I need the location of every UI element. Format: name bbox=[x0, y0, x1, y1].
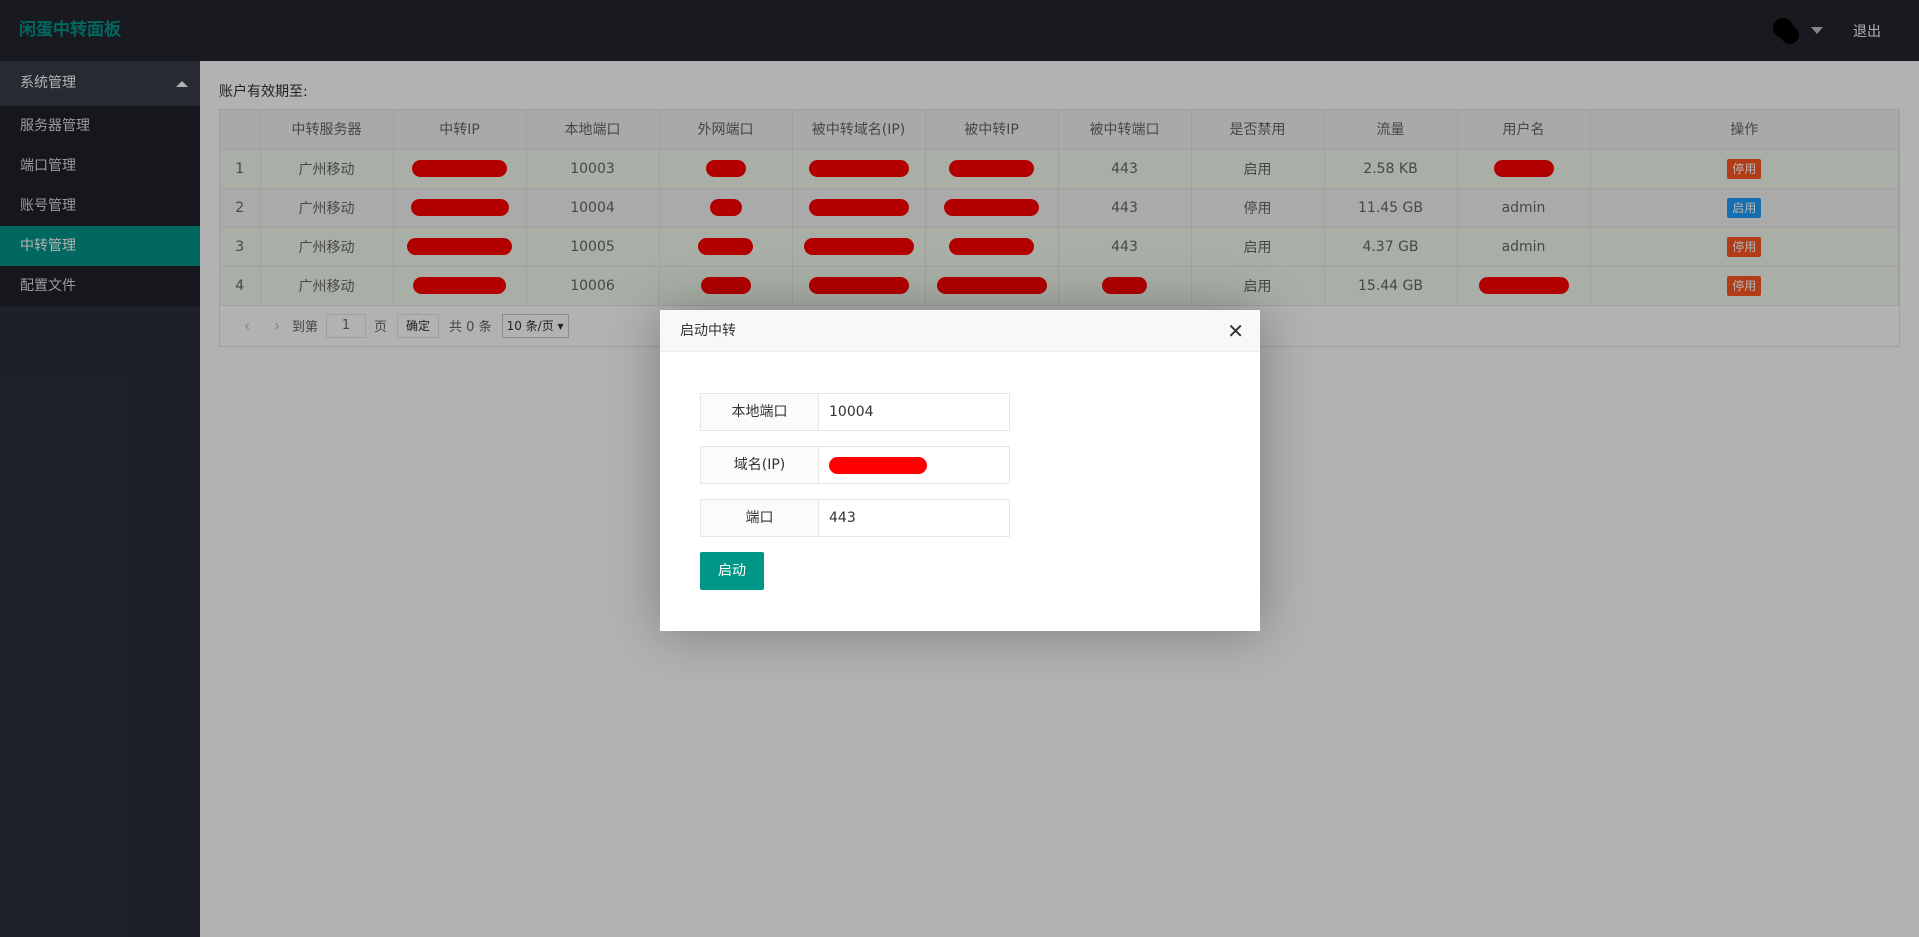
port-input[interactable]: 443 bbox=[819, 499, 1010, 537]
form-row-port: 端口 443 bbox=[700, 499, 1010, 537]
dialog-header: 启动中转 ✕ bbox=[660, 310, 1260, 352]
local-port-label: 本地端口 bbox=[700, 393, 819, 431]
port-label: 端口 bbox=[700, 499, 819, 537]
close-icon[interactable]: ✕ bbox=[1227, 310, 1244, 352]
form-row-local-port: 本地端口 10004 bbox=[700, 393, 1010, 431]
start-button[interactable]: 启动 bbox=[700, 552, 764, 590]
domain-label: 域名(IP) bbox=[700, 446, 819, 484]
redaction-mark bbox=[829, 456, 927, 474]
start-relay-dialog: 启动中转 ✕ 本地端口 10004 域名(IP) 端口 443 启动 bbox=[660, 310, 1260, 631]
dialog-title: 启动中转 bbox=[680, 323, 736, 339]
form-row-domain: 域名(IP) bbox=[700, 446, 1010, 484]
domain-input[interactable] bbox=[819, 446, 1010, 484]
local-port-input[interactable]: 10004 bbox=[819, 393, 1010, 431]
